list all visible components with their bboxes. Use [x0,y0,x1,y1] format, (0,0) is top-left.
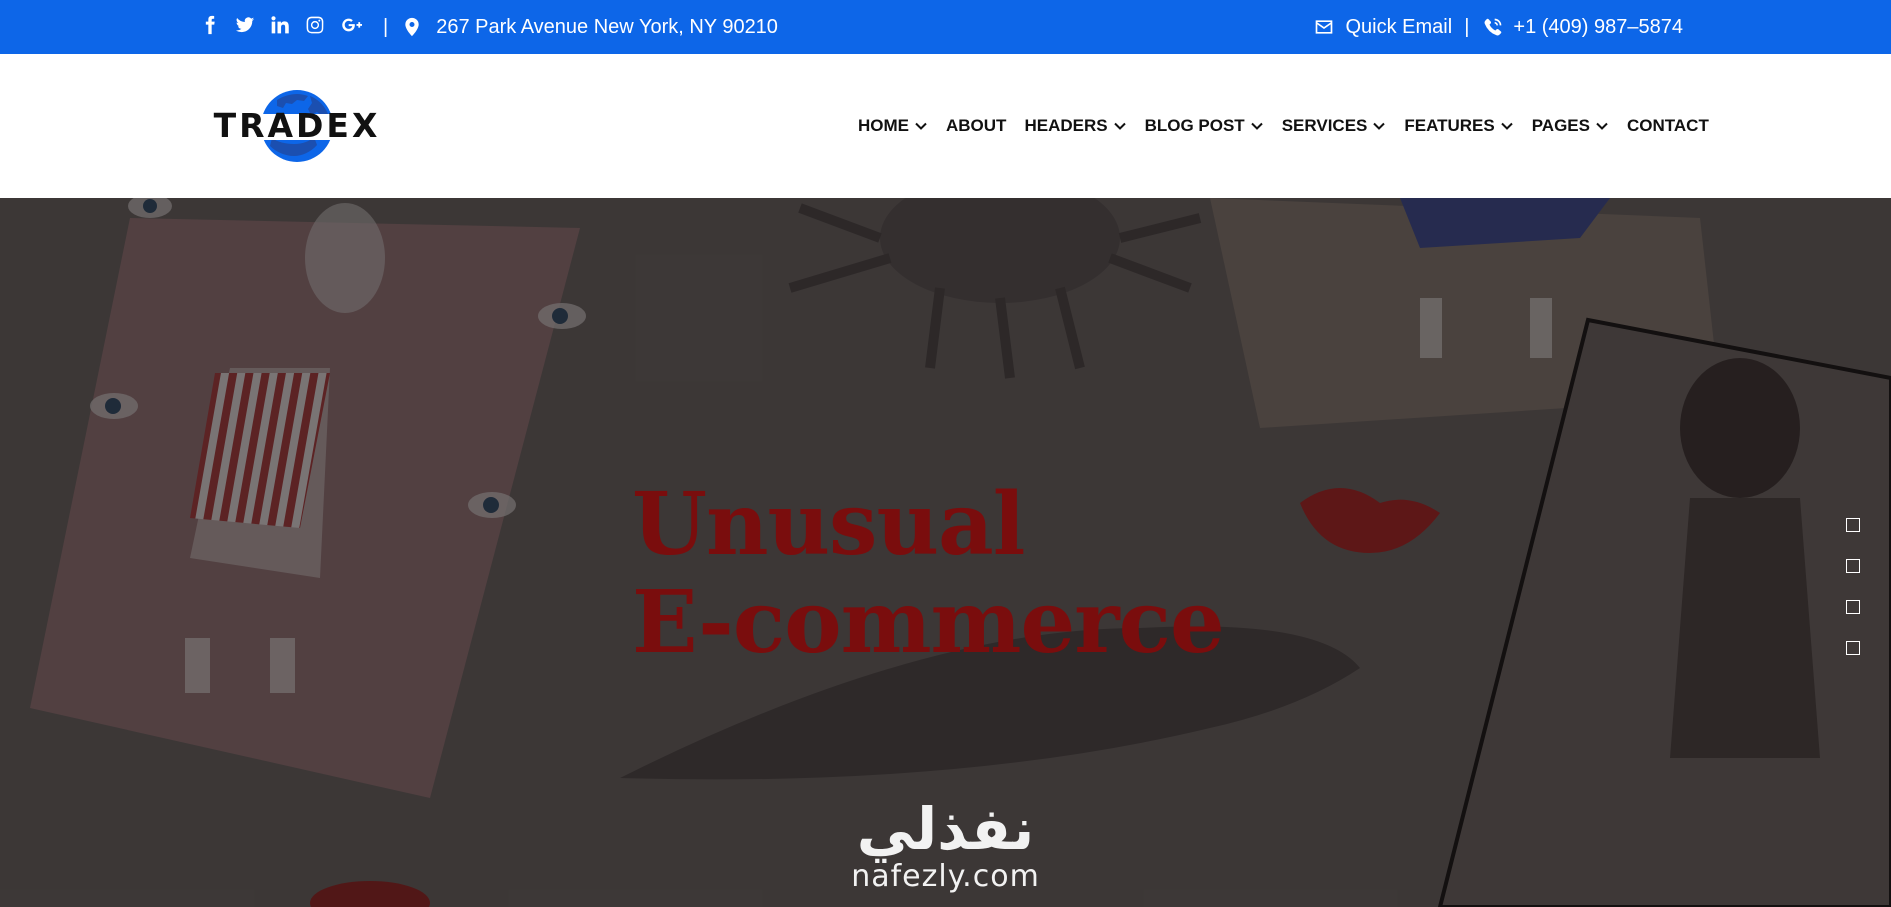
nav-item-home[interactable]: HOME [858,116,928,136]
top-bar-left: | 267 Park Avenue New York, NY 90210 [200,0,778,54]
nav-item-label: SERVICES [1281,116,1368,135]
nav-item-label: HOME [858,116,909,135]
google-plus-icon [340,15,364,40]
main-header: TRADEX HOME ABOUT HEADERS BLOG POST SERV… [0,54,1891,198]
top-bar-right-separator: | [1464,15,1470,38]
slider-dot-4[interactable] [1846,641,1860,655]
nav-item-blog-post[interactable]: BLOG POST [1145,116,1264,136]
top-bar: | 267 Park Avenue New York, NY 90210 Qui… [0,0,1891,54]
logo-wordmark: TRADEX [213,105,381,145]
nav-item-label: BLOG POST [1144,116,1245,135]
instagram-link[interactable] [305,12,340,42]
chevron-down-icon [1500,119,1514,133]
top-bar-separator: | [383,15,389,38]
twitter-link[interactable] [235,12,270,42]
nav-item-label: PAGES [1531,116,1590,135]
slider-dot-1[interactable] [1846,518,1860,532]
chevron-down-icon [914,119,928,133]
google-plus-link[interactable] [340,12,375,42]
facebook-link[interactable] [200,12,235,42]
nav-item-pages[interactable]: PAGES [1532,116,1609,136]
chevron-down-icon [1595,119,1609,133]
nav-item-label: FEATURES [1404,116,1495,135]
nav-item-about[interactable]: ABOUT [946,116,1006,136]
nav-item-label: HEADERS [1024,116,1108,135]
nav-item-headers[interactable]: HEADERS [1024,116,1126,136]
hero-title-line-1: Unusual [632,474,1025,575]
quick-email-link[interactable]: Quick Email [1346,16,1453,39]
watermark-arabic: نفذلي [856,795,1035,863]
hero-slider: Unusual E-commerce نفذلي nafezly.com [0,198,1891,907]
main-nav: HOME ABOUT HEADERS BLOG POST SERVICES FE… [858,54,1709,198]
chevron-down-icon [1113,119,1127,133]
watermark-latin: nafezly.com [851,859,1040,894]
social-links [200,12,375,42]
map-pin-icon [402,17,422,37]
nav-item-services[interactable]: SERVICES [1282,116,1387,136]
twitter-icon [235,15,255,40]
slider-dot-2[interactable] [1846,559,1860,573]
site-logo[interactable]: TRADEX [213,86,381,164]
phone-icon [1483,17,1503,37]
hero-title: Unusual E-commerce [632,474,1225,673]
nav-item-label: CONTACT [1627,116,1709,135]
linkedin-link[interactable] [270,12,305,42]
address-text: 267 Park Avenue New York, NY 90210 [436,15,778,38]
facebook-icon [200,15,220,40]
chevron-down-icon [1250,119,1264,133]
envelope-icon [1314,17,1334,37]
nav-item-features[interactable]: FEATURES [1404,116,1513,136]
chevron-down-icon [1372,119,1386,133]
hero-title-line-2: E-commerce [632,572,1225,673]
slider-dot-3[interactable] [1846,600,1860,614]
top-bar-right: Quick Email | +1 (409) 987–5874 [1314,0,1683,54]
nav-item-contact[interactable]: CONTACT [1627,116,1709,136]
phone-number[interactable]: +1 (409) 987–5874 [1513,16,1683,39]
slider-pagination [1846,518,1860,682]
linkedin-icon [270,15,290,40]
nav-item-label: ABOUT [946,116,1007,135]
instagram-icon [305,15,325,40]
nafezly-watermark: نفذلي nafezly.com [838,798,1053,907]
